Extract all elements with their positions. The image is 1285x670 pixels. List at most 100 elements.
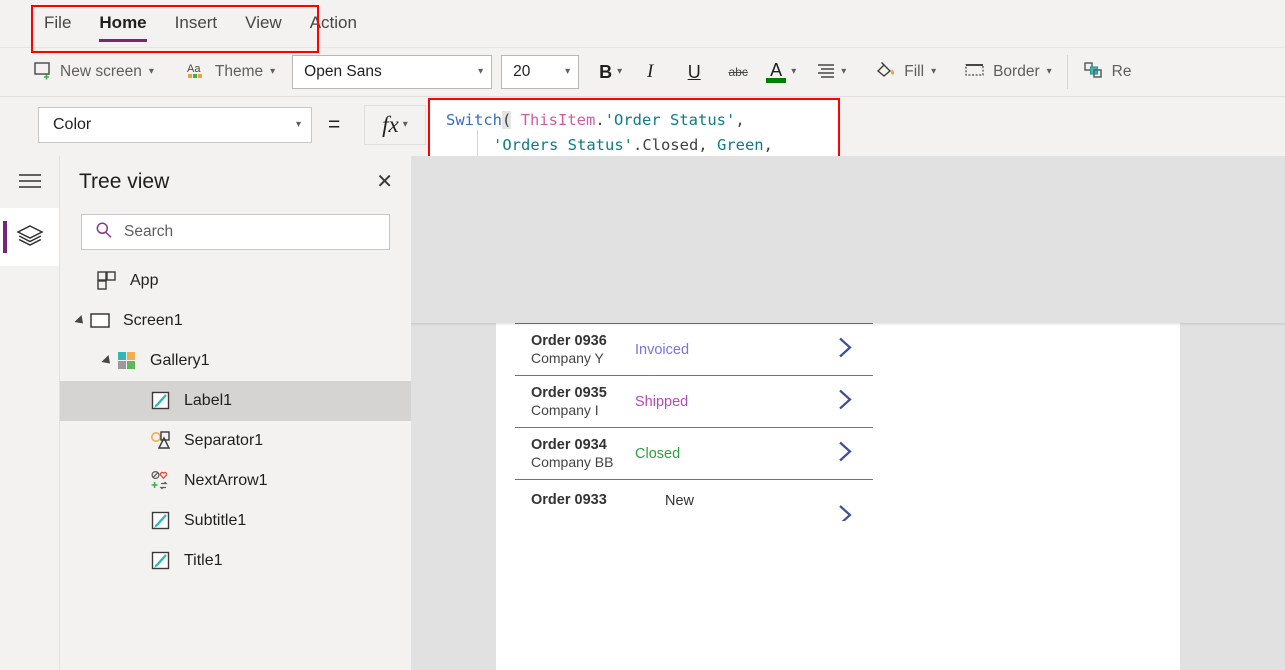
tree-view-header: Tree view ✕ xyxy=(60,156,411,208)
theme-button[interactable]: Aa Theme ▾ xyxy=(177,52,284,92)
tree-item-separator1[interactable]: Separator1 xyxy=(60,421,411,461)
next-arrow-icon[interactable] xyxy=(835,438,855,469)
tree-item-label: Gallery1 xyxy=(150,352,210,369)
property-select[interactable]: Color ▾ xyxy=(38,107,312,143)
formula-line: Switch( ThisItem.'Order Status', xyxy=(446,108,836,133)
font-family-select[interactable]: Open Sans ▾ xyxy=(292,55,493,89)
strikethrough-button[interactable]: abc xyxy=(716,52,760,92)
next-arrow-icon[interactable] xyxy=(835,334,855,365)
chevron-down-icon: ▾ xyxy=(148,66,154,77)
formula-token: , xyxy=(763,136,773,155)
chevron-down-icon: ▾ xyxy=(931,66,937,77)
tree-item-title1[interactable]: Title1 xyxy=(60,541,411,581)
gallery-row[interactable]: Order 0934 Company BB Closed xyxy=(515,427,873,479)
formula-token: Switch xyxy=(446,111,502,129)
svg-text:Aa: Aa xyxy=(187,63,201,75)
app-preview-canvas[interactable]: Order 0936 Company Y Invoiced Order 0935 Com… xyxy=(496,323,1180,670)
new-screen-button[interactable]: New screen ▾ xyxy=(24,52,163,92)
next-arrow-icon[interactable] xyxy=(835,386,855,417)
fill-button[interactable]: Fill ▾ xyxy=(866,52,945,92)
gallery-row[interactable]: Order 0936 Company Y Invoiced xyxy=(515,323,873,375)
gallery-row-text: Order 0934 Company BB xyxy=(531,437,635,471)
fill-label: Fill xyxy=(904,63,925,80)
tree-item-label: App xyxy=(130,272,159,289)
gallery-row[interactable]: Order 0933 New xyxy=(515,479,873,521)
chevron-down-icon: ▾ xyxy=(617,66,623,77)
expand-caret-icon[interactable] xyxy=(101,354,114,368)
hamburger-menu-button[interactable] xyxy=(0,156,59,208)
font-color-button[interactable]: A ▾ xyxy=(760,52,802,92)
search-input[interactable]: Search xyxy=(81,214,390,250)
strikethrough-icon: abc xyxy=(728,65,748,79)
fill-bucket-icon xyxy=(875,60,897,85)
tree-item-label: NextArrow1 xyxy=(184,472,268,489)
gallery-control[interactable]: Order 0936 Company Y Invoiced Order 0935 Com… xyxy=(515,323,873,670)
font-size-value: 20 xyxy=(513,63,531,80)
canvas-area: Order 0936 Company Y Invoiced Order 0935 Com… xyxy=(411,156,1285,670)
border-button[interactable]: Border ▾ xyxy=(955,52,1061,92)
tree-item-nextarrow1[interactable]: NextArrow1 xyxy=(60,461,411,501)
panel-shadow xyxy=(411,323,1285,326)
screen-icon xyxy=(89,310,111,332)
italic-button[interactable]: I xyxy=(628,52,672,92)
label-icon xyxy=(150,550,172,572)
gallery-icon xyxy=(116,350,138,372)
align-button[interactable]: ▾ xyxy=(810,52,852,92)
tree-item-list: App Screen1 Gallery1 Label1 Separator1 NextAr… xyxy=(60,261,411,581)
align-icon xyxy=(816,62,836,83)
equals-sign: = xyxy=(328,113,341,136)
chevron-down-icon: ▾ xyxy=(1046,66,1052,77)
next-arrow-icon[interactable] xyxy=(835,502,855,521)
font-size-select[interactable]: 20 ▾ xyxy=(501,55,580,89)
label-icon xyxy=(150,510,172,532)
formula-token: , xyxy=(735,111,745,129)
label-icon xyxy=(150,390,172,412)
tree-view-title: Tree view xyxy=(79,170,170,193)
gallery-row-subtitle: Company Y xyxy=(531,349,604,366)
tree-item-app[interactable]: App xyxy=(60,261,411,301)
gallery-row-text: Order 0936 Company Y xyxy=(531,333,635,367)
theme-label: Theme xyxy=(214,63,264,80)
underline-button[interactable]: U xyxy=(672,52,716,92)
gallery-row-subtitle: Company I xyxy=(531,401,599,418)
bold-button[interactable]: B ▾ xyxy=(593,52,628,92)
fx-button[interactable]: fx ▾ xyxy=(364,105,426,145)
tree-item-gallery1[interactable]: Gallery1 xyxy=(60,341,411,381)
gallery-row-status: Shipped xyxy=(635,393,689,410)
search-icon xyxy=(95,221,113,244)
chevron-down-icon: ▾ xyxy=(478,66,484,77)
italic-icon: I xyxy=(647,61,654,82)
formula-token: ThisItem xyxy=(520,111,596,129)
tree-item-label: Separator1 xyxy=(184,432,264,449)
tree-view-rail-button[interactable] xyxy=(0,208,59,266)
chevron-down-icon: ▾ xyxy=(402,119,408,130)
tree-view-panel: Tree view ✕ Search App Screen1 Gallery1 Lab… xyxy=(59,156,411,670)
chevron-down-icon: ▾ xyxy=(565,66,571,77)
formula-token: .Closed, xyxy=(632,136,717,155)
nextarrow-icon xyxy=(150,470,172,492)
expand-caret-icon[interactable] xyxy=(74,314,87,328)
chevron-down-icon: ▾ xyxy=(295,119,301,130)
tree-item-label1[interactable]: Label1 xyxy=(60,381,411,421)
chevron-down-icon: ▾ xyxy=(841,66,847,77)
bold-icon: B xyxy=(599,61,613,82)
toolbar-divider xyxy=(1066,55,1068,89)
new-screen-label: New screen xyxy=(60,63,142,80)
new-screen-icon xyxy=(33,60,53,85)
tree-item-subtitle1[interactable]: Subtitle1 xyxy=(60,501,411,541)
tree-item-label: Label1 xyxy=(184,392,233,409)
tree-item-screen1[interactable]: Screen1 xyxy=(60,301,411,341)
formula-token: 'Orders Status' xyxy=(493,136,633,155)
hamburger-icon xyxy=(17,170,43,195)
close-icon[interactable]: ✕ xyxy=(376,172,393,192)
fx-icon: fx xyxy=(382,112,399,137)
app-icon xyxy=(96,270,118,292)
layers-icon xyxy=(15,223,44,252)
reorder-button[interactable]: Re xyxy=(1074,52,1141,92)
gallery-row-subtitle: Company BB xyxy=(531,453,614,470)
gallery-row-title: Order 0934 xyxy=(531,436,607,453)
chevron-down-icon: ▾ xyxy=(270,66,276,77)
search-placeholder: Search xyxy=(124,223,174,240)
gallery-row-status: Closed xyxy=(635,445,681,462)
gallery-row[interactable]: Order 0935 Company I Shipped xyxy=(515,375,873,427)
